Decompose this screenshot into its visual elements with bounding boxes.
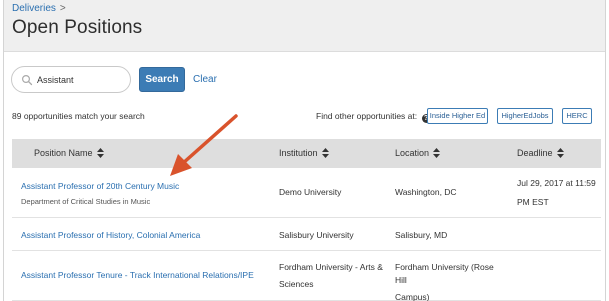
search-box[interactable] bbox=[11, 66, 131, 93]
column-header-location[interactable]: Location bbox=[395, 148, 441, 158]
sort-icon bbox=[433, 148, 441, 158]
column-header-label: Location bbox=[395, 148, 430, 158]
location-cell: Salisbury, MD bbox=[395, 230, 448, 240]
sort-icon bbox=[556, 148, 564, 158]
institution-cell: Demo University bbox=[279, 187, 342, 197]
breadcrumb: Deliveries > bbox=[12, 3, 66, 14]
deadline-line: PM EST bbox=[517, 197, 549, 207]
position-title-link[interactable]: Assistant Professor of 20th Century Musi… bbox=[21, 180, 179, 193]
herc-button[interactable]: HERC bbox=[562, 108, 592, 124]
search-input[interactable] bbox=[37, 71, 127, 89]
location-line: Fordham University (Rose Hill bbox=[395, 262, 494, 285]
find-other-label: Find other opportunities at: ? bbox=[316, 111, 431, 123]
search-icon bbox=[21, 74, 33, 86]
location-cell: Fordham University (Rose Hill Campus) bbox=[395, 261, 507, 301]
institution-line: Sciences bbox=[279, 279, 314, 289]
location-cell: Washington, DC bbox=[395, 187, 457, 197]
find-other-text: Find other opportunities at: bbox=[316, 111, 418, 121]
position-department: Department of Critical Studies in Music bbox=[21, 197, 151, 206]
search-button[interactable]: Search bbox=[139, 67, 185, 92]
higheredjobs-button[interactable]: HigherEdJobs bbox=[497, 108, 553, 124]
column-header-institution[interactable]: Institution bbox=[279, 148, 329, 158]
column-header-label: Position Name bbox=[34, 148, 93, 158]
position-cell: Assistant Professor of History, Colonial… bbox=[21, 229, 200, 242]
inside-higher-ed-button[interactable]: Inside Higher Ed bbox=[427, 108, 488, 124]
sort-icon bbox=[321, 148, 329, 158]
table-row: Assistant Professor Tenure - Track Inter… bbox=[12, 251, 601, 301]
table-header: Position Name Institution Location Deadl… bbox=[12, 139, 601, 168]
page-header: Deliveries > Open Positions bbox=[4, 0, 605, 52]
column-header-label: Deadline bbox=[517, 148, 553, 158]
column-header-deadline[interactable]: Deadline bbox=[517, 148, 564, 158]
position-title-link[interactable]: Assistant Professor Tenure - Track Inter… bbox=[21, 270, 254, 280]
page-title: Open Positions bbox=[12, 17, 143, 38]
clear-link[interactable]: Clear bbox=[193, 74, 217, 85]
sort-icon bbox=[96, 148, 104, 158]
position-title-link[interactable]: Assistant Professor of History, Colonial… bbox=[21, 230, 200, 240]
annotation-arrow-icon bbox=[170, 114, 238, 176]
position-cell: Assistant Professor Tenure - Track Inter… bbox=[21, 269, 254, 282]
column-header-label: Institution bbox=[279, 148, 318, 158]
institution-line: Fordham University - Arts & bbox=[279, 262, 383, 272]
deadline-line: Jul 29, 2017 at 11:59 bbox=[517, 178, 596, 188]
breadcrumb-separator: > bbox=[59, 3, 66, 14]
deadline-cell: Jul 29, 2017 at 11:59 PM EST bbox=[517, 177, 597, 209]
app-frame: Deliveries> Open Positions Search Clear … bbox=[3, 0, 606, 301]
breadcrumb-link-deliveries[interactable]: Deliveries bbox=[12, 3, 56, 14]
location-line: Campus) bbox=[395, 292, 430, 301]
table-row: Assistant Professor of History, Colonial… bbox=[12, 218, 601, 251]
result-count: 89 opportunities match your search bbox=[12, 111, 145, 121]
institution-cell: Salisbury University bbox=[279, 230, 354, 240]
institution-cell: Fordham University - Arts & Sciences bbox=[279, 261, 389, 291]
column-header-position[interactable]: Position Name bbox=[34, 148, 104, 158]
table-row: Assistant Professor of 20th Century Musi… bbox=[12, 168, 601, 218]
